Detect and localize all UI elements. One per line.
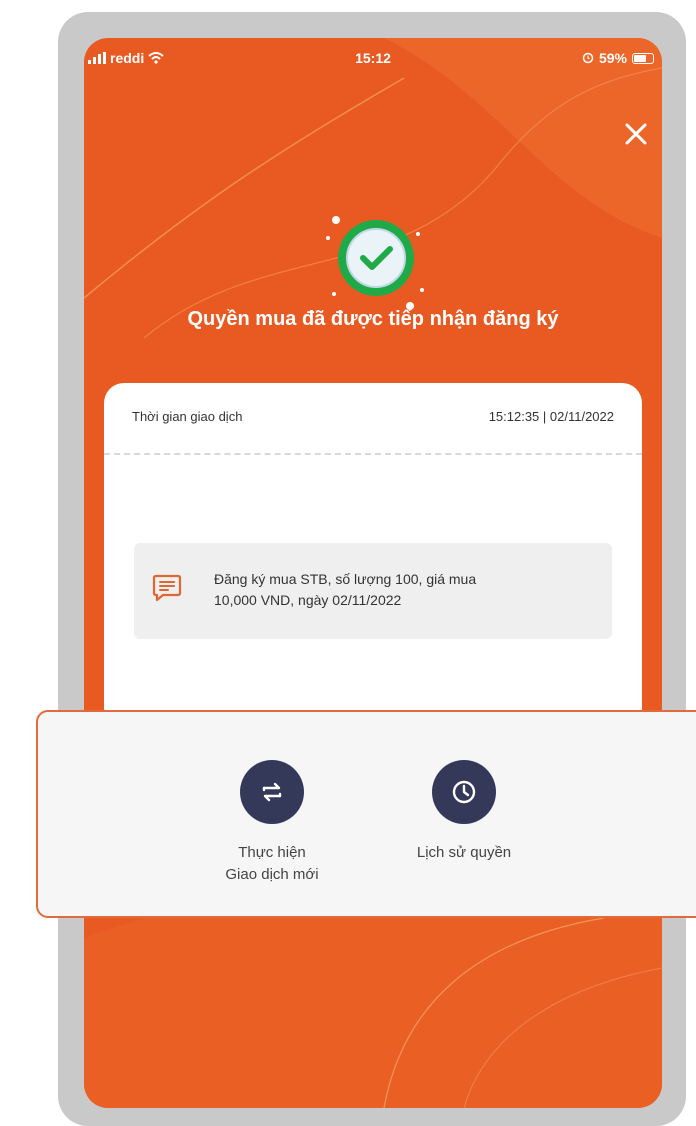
transaction-time-label: Thời gian giao dịch xyxy=(132,409,243,424)
action-label: Thực hiện Giao dịch mới xyxy=(192,842,352,886)
clock-icon xyxy=(452,780,476,804)
action-circle xyxy=(240,760,304,824)
alarm-icon xyxy=(582,52,594,64)
action-label-line-1: Thực hiện xyxy=(238,844,306,861)
check-circle-icon xyxy=(326,216,424,310)
action-label-line-2: Giao dịch mới xyxy=(225,866,319,883)
app-screen: reddi 15:12 59% Quyền mua đã được tiếp n… xyxy=(84,38,662,1108)
new-transaction-button[interactable]: Thực hiện Giao dịch mới xyxy=(192,760,352,886)
action-label-line-1: Lịch sử quyền xyxy=(416,844,512,861)
note-line-2: 10,000 VND, ngày 02/11/2022 xyxy=(214,592,402,608)
success-title: Quyền mua đã được tiếp nhận đăng ký xyxy=(187,308,559,330)
note-text: Đăng ký mua STB, số lượng 100, giá mua 1… xyxy=(214,569,594,611)
close-icon xyxy=(625,123,647,145)
action-label: Lịch sử quyền xyxy=(384,842,544,864)
status-right: 59% xyxy=(582,50,654,66)
transaction-time-value: 15:12:35 | 02/11/2022 xyxy=(488,409,614,424)
action-circle xyxy=(432,760,496,824)
action-panel: Thực hiện Giao dịch mới Lịch sử quyền xyxy=(36,710,696,918)
note-line-1: Đăng ký mua STB, số lượng 100, giá mua xyxy=(214,571,477,587)
battery-percent: 59% xyxy=(598,50,627,66)
status-bar: reddi 15:12 59% xyxy=(84,48,662,72)
close-button[interactable] xyxy=(618,116,654,152)
transaction-time-row: Thời gian giao dịch 15:12:35 | 02/11/202… xyxy=(132,409,614,424)
battery-icon xyxy=(632,52,654,64)
swap-arrows-icon xyxy=(262,782,282,802)
dashed-divider xyxy=(104,453,642,455)
success-badge xyxy=(314,198,434,318)
stage: reddi 15:12 59% Quyền mua đã được tiếp n… xyxy=(0,0,696,1126)
transaction-note: Đăng ký mua STB, số lượng 100, giá mua 1… xyxy=(134,543,612,639)
status-time: 15:12 xyxy=(355,50,391,66)
rights-history-button[interactable]: Lịch sử quyền xyxy=(384,760,544,864)
message-icon xyxy=(152,574,182,602)
